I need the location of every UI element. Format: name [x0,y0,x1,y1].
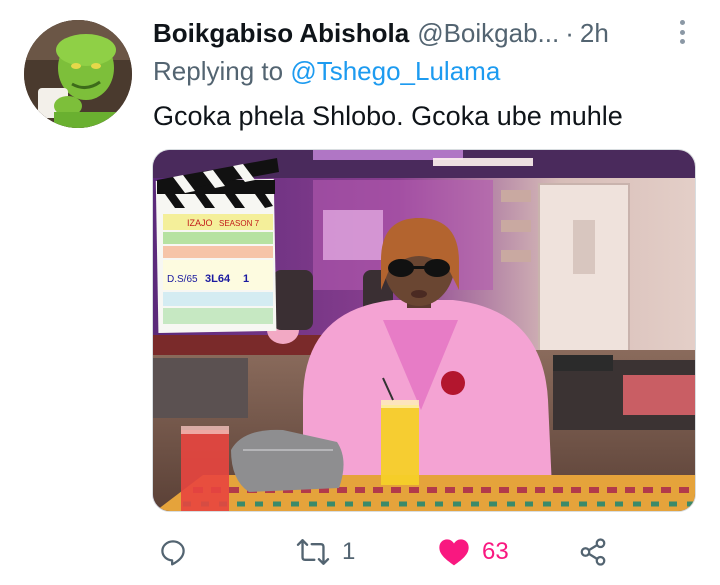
retweet-icon [296,539,330,565]
tweet-text: Gcoka phela Shlobo. Gcoka ube muhle [153,101,623,131]
like-button[interactable]: 63 [438,532,509,572]
more-options-icon[interactable] [672,16,692,48]
tweet-actions: 1 63 [150,532,630,572]
replying-to: Replying to @Tshego_Lulama [153,56,500,87]
separator: · [565,17,574,48]
user-handle[interactable]: @Boikgab... [417,18,559,49]
retweet-count: 1 [342,538,356,565]
reply-icon [161,540,185,566]
avatar[interactable] [24,20,132,128]
tweet-photo[interactable]: IZAJO SEASON 7 D.S/65 3L64 1 [152,149,696,512]
replying-prefix: Replying to [153,56,291,86]
photo-scene: IZAJO SEASON 7 D.S/65 3L64 1 [153,150,695,511]
clapper-scene: 3L64 [205,273,231,285]
timestamp[interactable]: 2h [580,18,609,49]
clapper-production: IZAJO [187,218,213,228]
display-name[interactable]: Boikgabiso Abishola [153,18,409,49]
share-button[interactable] [578,532,608,572]
avatar-image [24,20,132,128]
clapper-season: SEASON 7 [219,219,260,228]
share-icon [580,538,606,566]
tweet-header: Boikgabiso Abishola @Boikgab... · 2h [153,16,693,50]
clapper-date: D.S/65 [167,274,198,285]
retweet-button[interactable]: 1 [296,532,355,572]
clapper-take: 1 [243,273,249,285]
reply-button[interactable] [158,532,188,572]
replying-to-link[interactable]: @Tshego_Lulama [290,56,500,86]
like-count: 63 [482,538,509,565]
heart-icon [439,539,469,566]
